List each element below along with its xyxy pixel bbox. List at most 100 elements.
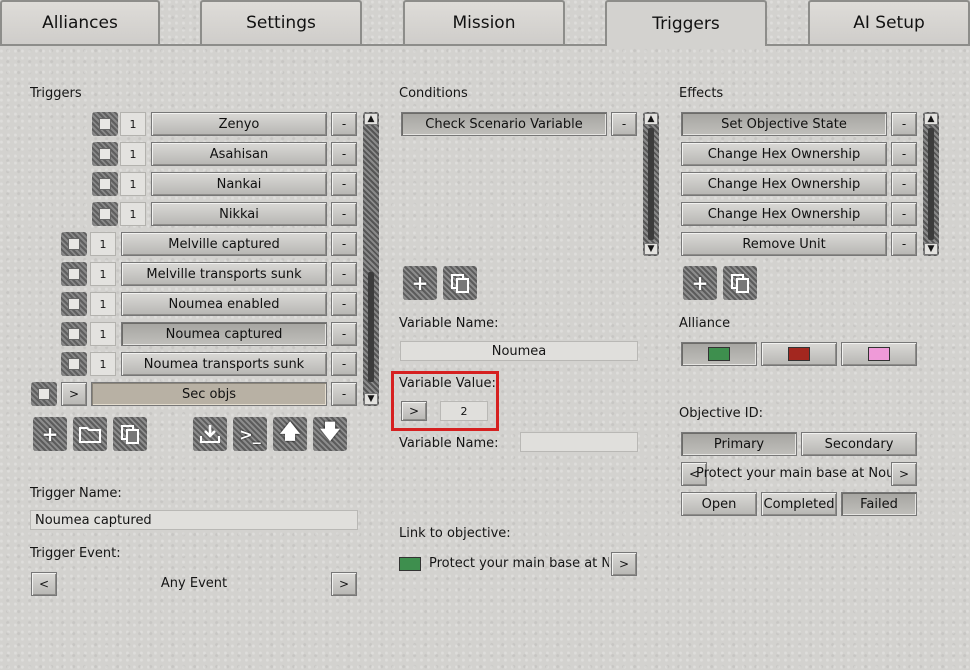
copy-icon[interactable] (723, 266, 757, 300)
variable-name-2-input[interactable] (520, 432, 638, 452)
alliance-green-button[interactable] (681, 342, 757, 366)
trigger-remove-button[interactable]: - (331, 382, 357, 406)
trigger-expand-button[interactable]: > (61, 382, 87, 406)
effect-item-change-hex-ownership[interactable]: Change Hex Ownership (681, 142, 887, 166)
objective-value: Protect your main base at Noumea (696, 466, 904, 481)
trigger-checkbox[interactable] (61, 232, 87, 256)
trigger-checkbox[interactable] (92, 202, 118, 226)
scroll-down-arrow-icon[interactable]: ▼ (364, 393, 378, 405)
effect-remove-button[interactable]: - (891, 232, 917, 256)
objective-primary-button[interactable]: Primary (681, 432, 797, 456)
effect-item-change-hex-ownership[interactable]: Change Hex Ownership (681, 202, 887, 226)
trigger-remove-button[interactable]: - (331, 172, 357, 196)
trigger-name-label: Trigger Name: (30, 486, 122, 501)
effect-item-remove-unit[interactable]: Remove Unit (681, 232, 887, 256)
copy-icon[interactable] (113, 417, 147, 451)
condition-item-check-scenario-variable[interactable]: Check Scenario Variable (401, 112, 607, 136)
trigger-item-zenyo[interactable]: Zenyo (151, 112, 327, 136)
trigger-item-asahisan[interactable]: Asahisan (151, 142, 327, 166)
trigger-remove-button[interactable]: - (331, 202, 357, 226)
state-failed-button[interactable]: Failed (841, 492, 917, 516)
trigger-event-label: Trigger Event: (30, 546, 121, 561)
conditions-scrollbar[interactable]: ▲ ▼ (643, 112, 659, 256)
objective-next-button[interactable]: > (891, 462, 917, 486)
objective-secondary-button[interactable]: Secondary (801, 432, 917, 456)
trigger-event-prev-button[interactable]: < (31, 572, 57, 596)
alliance-pink-button[interactable] (841, 342, 917, 366)
trigger-event-next-button[interactable]: > (331, 572, 357, 596)
trigger-item-nankai[interactable]: Nankai (151, 172, 327, 196)
effect-remove-button[interactable]: - (891, 142, 917, 166)
console-icon[interactable]: >_ (233, 417, 267, 451)
scroll-thumb[interactable] (648, 128, 654, 240)
trigger-item-melville-captured[interactable]: Melville captured (121, 232, 327, 256)
alliance-red-button[interactable] (761, 342, 837, 366)
scroll-up-arrow-icon[interactable]: ▲ (924, 113, 938, 125)
arrow-down-icon[interactable]: 🡇 (313, 417, 347, 451)
scroll-thumb[interactable] (368, 272, 374, 382)
trigger-checkbox[interactable] (92, 112, 118, 136)
scroll-up-arrow-icon[interactable]: ▲ (364, 113, 378, 125)
effect-remove-button[interactable]: - (891, 172, 917, 196)
trigger-item-noumea-transports-sunk[interactable]: Noumea transports sunk (121, 352, 327, 376)
trigger-checkbox[interactable] (31, 382, 57, 406)
state-completed-button[interactable]: Completed (761, 492, 837, 516)
trigger-remove-button[interactable]: - (331, 232, 357, 256)
condition-remove-button[interactable]: - (611, 112, 637, 136)
effect-remove-button[interactable]: - (891, 202, 917, 226)
effects-scrollbar[interactable]: ▲ ▼ (923, 112, 939, 256)
tab-triggers[interactable]: Triggers (605, 0, 767, 46)
variable-name-input[interactable]: Noumea (400, 341, 638, 361)
trigger-checkbox[interactable] (92, 142, 118, 166)
alliance-label: Alliance (679, 316, 731, 331)
scroll-up-arrow-icon[interactable]: ▲ (644, 113, 658, 125)
alliance-swatch (868, 347, 890, 361)
variable-value-operator-button[interactable]: > (401, 401, 427, 421)
effect-remove-button[interactable]: - (891, 112, 917, 136)
link-to-objective-label: Link to objective: (399, 526, 511, 541)
tab-ai-setup[interactable]: AI Setup (808, 0, 970, 44)
trigger-remove-button[interactable]: - (331, 262, 357, 286)
link-objective-next-button[interactable]: > (611, 552, 637, 576)
trigger-item-noumea-enabled[interactable]: Noumea enabled (121, 292, 327, 316)
trigger-checkbox[interactable] (61, 322, 87, 346)
trigger-checkbox[interactable] (61, 292, 87, 316)
variable-value-input[interactable]: 2 (440, 401, 488, 421)
effect-item-change-hex-ownership[interactable]: Change Hex Ownership (681, 172, 887, 196)
trigger-item-melville-transports-sunk[interactable]: Melville transports sunk (121, 262, 327, 286)
trigger-item-sec-objs[interactable]: Sec objs (91, 382, 327, 406)
copy-icon[interactable] (443, 266, 477, 300)
tab-alliances[interactable]: Alliances (0, 0, 160, 44)
import-icon[interactable] (193, 417, 227, 451)
trigger-count: 1 (120, 202, 146, 226)
state-open-button[interactable]: Open (681, 492, 757, 516)
tab-settings[interactable]: Settings (200, 0, 362, 44)
trigger-remove-button[interactable]: - (331, 142, 357, 166)
trigger-item-nikkai[interactable]: Nikkai (151, 202, 327, 226)
triggers-section-label: Triggers (30, 86, 82, 101)
trigger-remove-button[interactable]: - (331, 112, 357, 136)
trigger-checkbox[interactable] (61, 352, 87, 376)
plus-icon[interactable]: + (33, 417, 67, 451)
variable-name-label: Variable Name: (399, 316, 499, 331)
arrow-up-icon[interactable]: 🡅 (273, 417, 307, 451)
scroll-thumb[interactable] (928, 128, 934, 240)
effect-item-set-objective-state[interactable]: Set Objective State (681, 112, 887, 136)
trigger-checkbox[interactable] (92, 172, 118, 196)
plus-icon[interactable]: + (403, 266, 437, 300)
triggers-scrollbar[interactable]: ▲ ▼ (363, 112, 379, 406)
trigger-count: 1 (120, 112, 146, 136)
scroll-down-arrow-icon[interactable]: ▼ (924, 243, 938, 255)
trigger-remove-button[interactable]: - (331, 352, 357, 376)
trigger-remove-button[interactable]: - (331, 322, 357, 346)
trigger-name-input[interactable]: Noumea captured (30, 510, 358, 530)
trigger-remove-button[interactable]: - (331, 292, 357, 316)
scroll-down-arrow-icon[interactable]: ▼ (644, 243, 658, 255)
tab-mission[interactable]: Mission (403, 0, 565, 44)
tab-bar-line (0, 44, 970, 46)
trigger-event-value: Any Event (160, 576, 228, 591)
plus-icon[interactable]: + (683, 266, 717, 300)
trigger-checkbox[interactable] (61, 262, 87, 286)
trigger-item-noumea-captured[interactable]: Noumea captured (121, 322, 327, 346)
folder-icon[interactable] (73, 417, 107, 451)
